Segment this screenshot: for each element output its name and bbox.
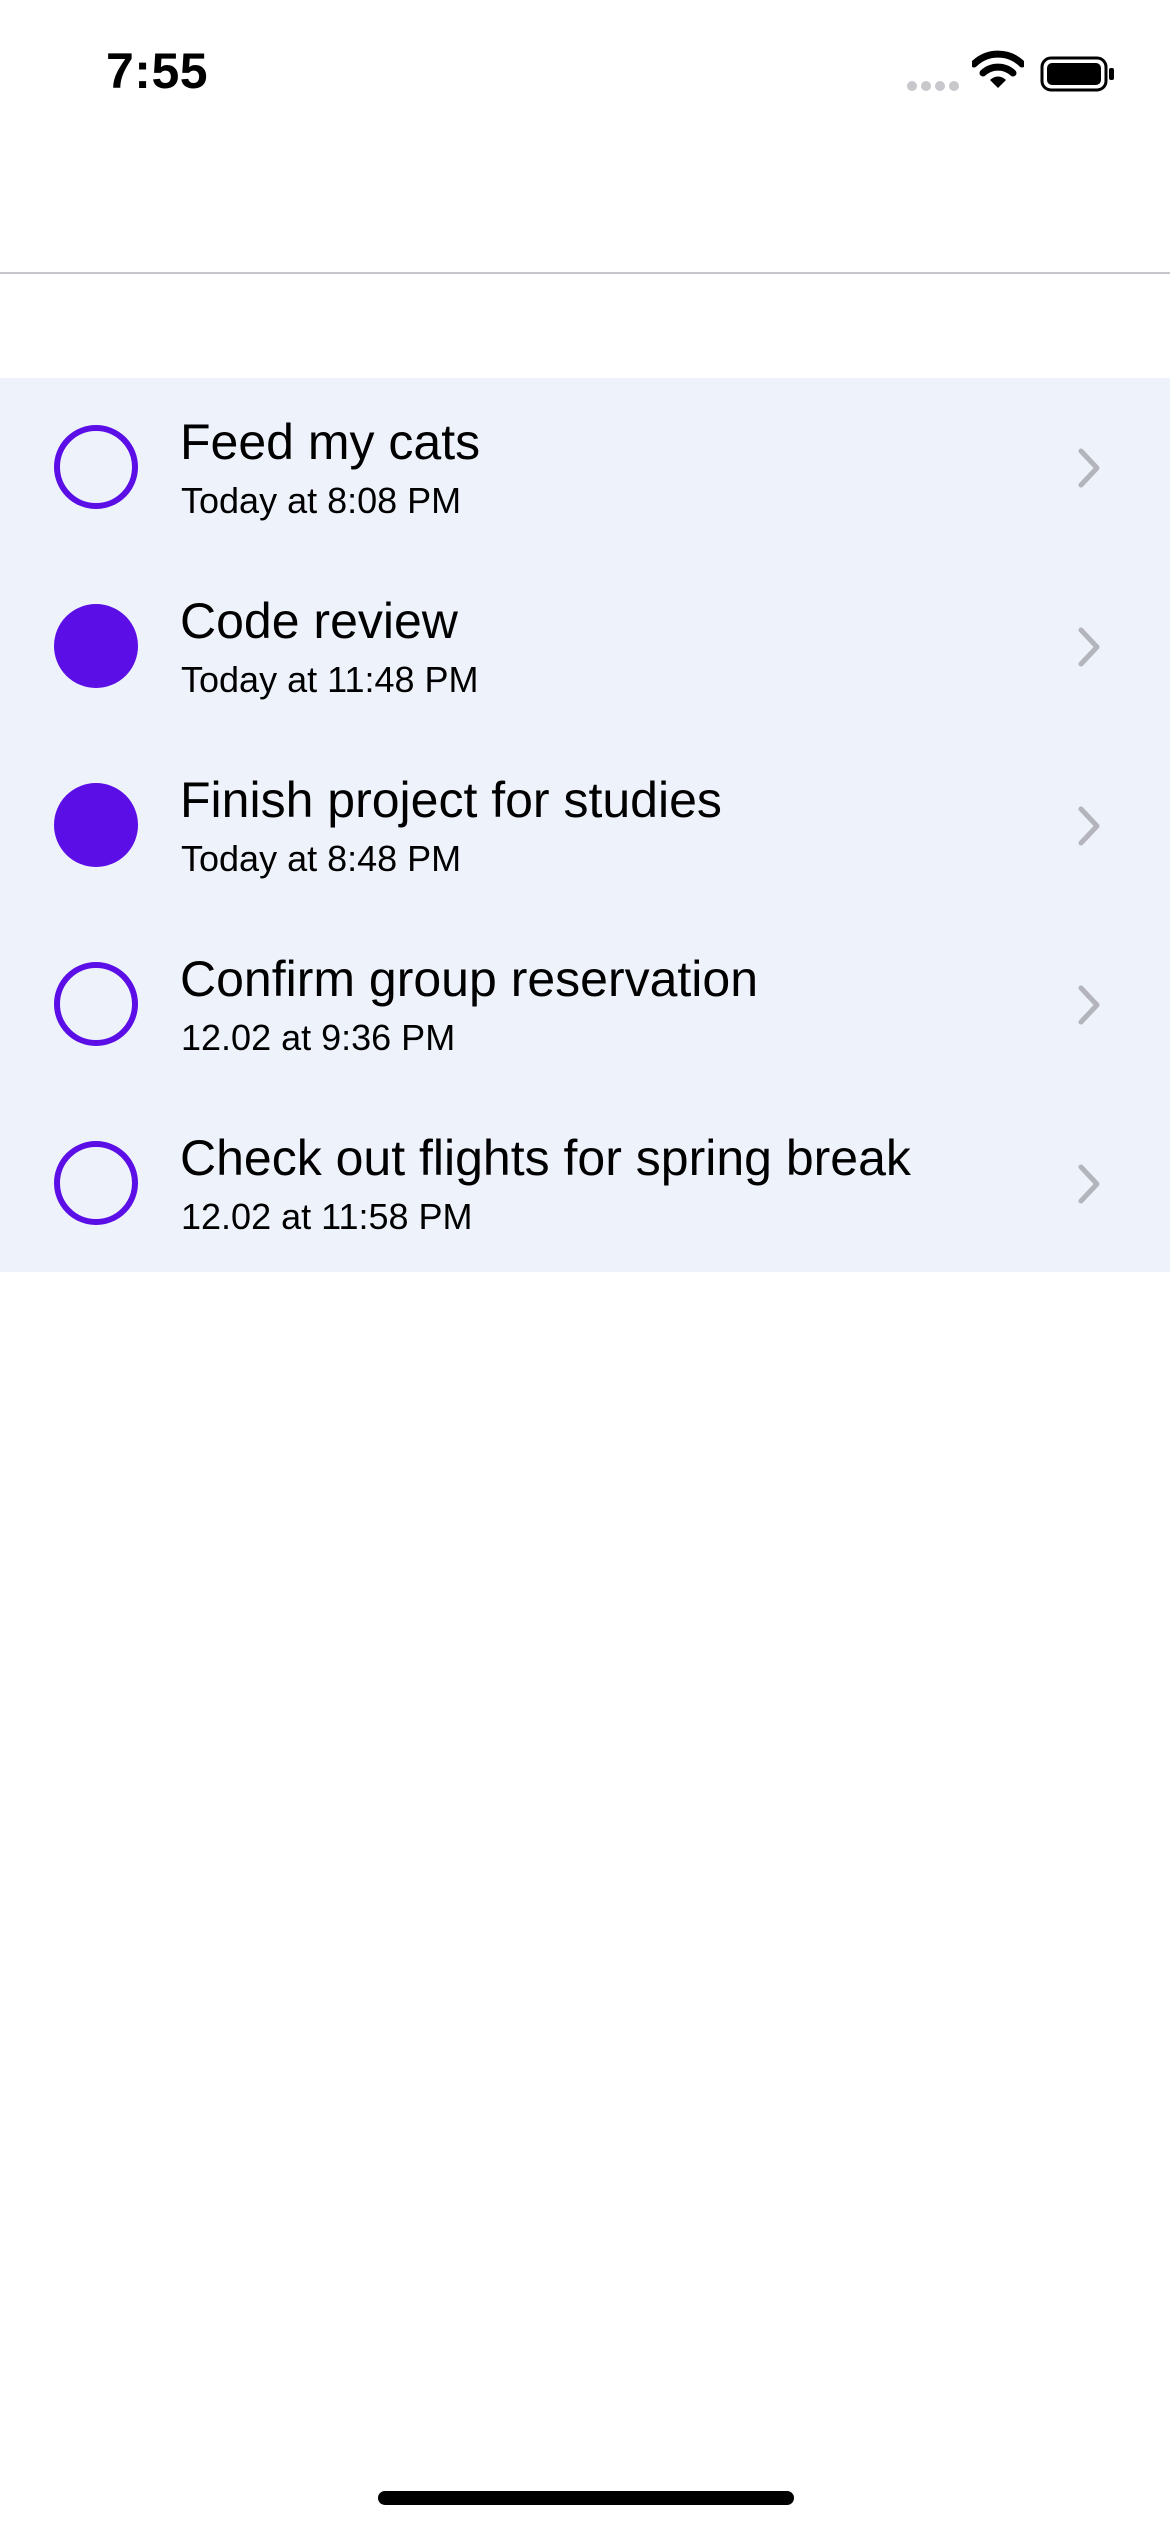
task-due-time: Today at 11:48 PM	[181, 659, 479, 700]
status-bar: 7:55	[0, 0, 1170, 150]
task-row[interactable]: Confirm group reservation 12.02 at 9:36 P…	[0, 915, 1170, 1094]
chevron-right-icon	[1078, 1164, 1100, 1204]
status-time: 7:55	[106, 43, 209, 99]
task-title: Feed my cats	[180, 414, 481, 470]
task-title: Check out flights for spring break	[180, 1130, 911, 1186]
checked-circle-icon[interactable]	[54, 783, 138, 867]
battery-icon	[1040, 56, 1114, 92]
wifi-icon	[972, 50, 1024, 88]
unchecked-circle-icon[interactable]	[54, 962, 138, 1046]
task-due-time: 12.02 at 9:36 PM	[181, 1017, 456, 1058]
navigation-bar	[0, 150, 1170, 274]
task-row[interactable]: Finish project for studies Today at 8:48 …	[0, 736, 1170, 915]
task-title: Finish project for studies	[180, 772, 722, 828]
home-indicator[interactable]	[378, 2491, 794, 2505]
task-row[interactable]: Check out flights for spring break 12.02 …	[0, 1094, 1170, 1273]
task-due-time: Today at 8:08 PM	[181, 480, 462, 521]
unchecked-circle-icon[interactable]	[54, 1141, 138, 1225]
chevron-right-icon	[1078, 985, 1100, 1025]
checked-circle-icon[interactable]	[54, 604, 138, 688]
unchecked-circle-icon[interactable]	[54, 425, 138, 509]
task-title: Code review	[180, 593, 458, 649]
chevron-right-icon	[1078, 627, 1100, 667]
task-list: Feed my cats Today at 8:08 PM Code review T…	[0, 378, 1170, 1272]
task-title: Confirm group reservation	[180, 951, 759, 1007]
task-due-time: 12.02 at 11:58 PM	[181, 1196, 473, 1237]
task-row[interactable]: Code review Today at 11:48 PM	[0, 557, 1170, 736]
chevron-right-icon	[1078, 806, 1100, 846]
task-row[interactable]: Feed my cats Today at 8:08 PM	[0, 378, 1170, 557]
chevron-right-icon	[1078, 448, 1100, 488]
signal-icon	[907, 81, 959, 91]
task-due-time: Today at 8:48 PM	[181, 838, 462, 879]
